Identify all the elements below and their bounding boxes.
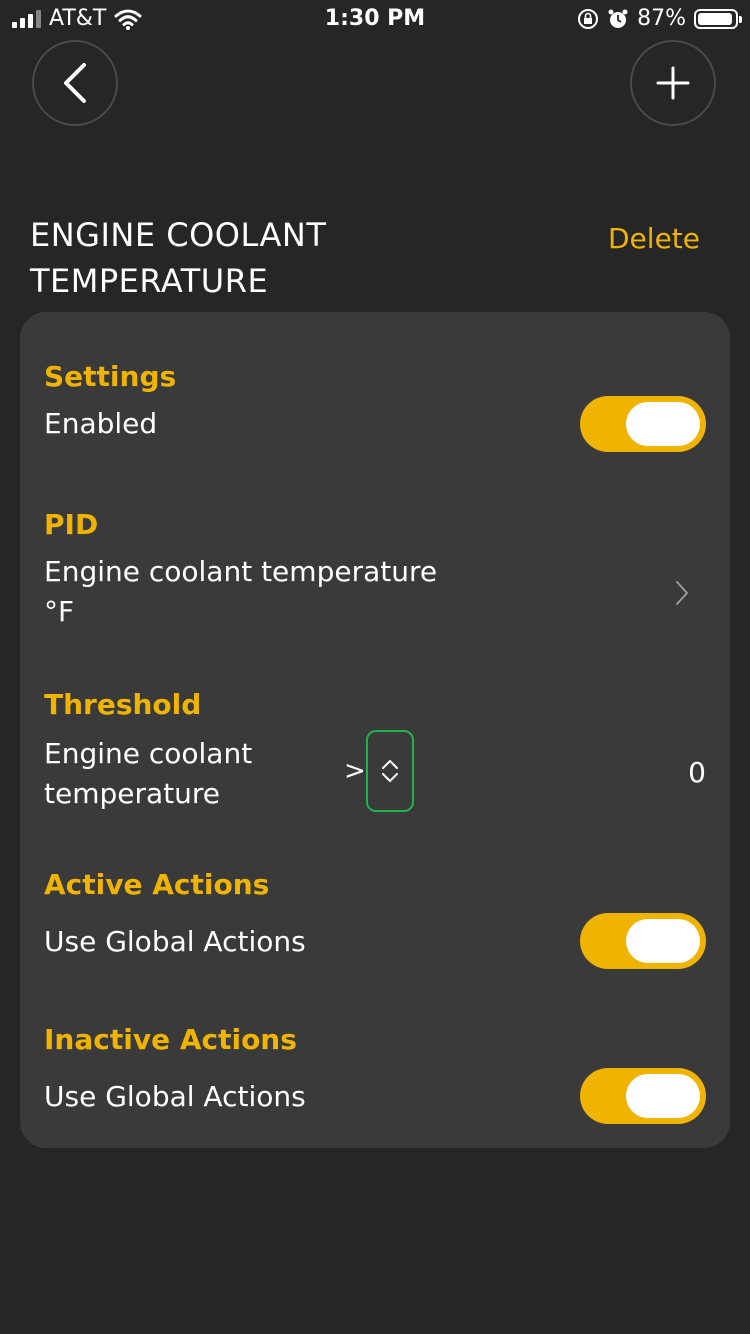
add-button[interactable]	[630, 40, 716, 126]
enabled-toggle[interactable]	[580, 396, 706, 452]
inactive-use-global-label: Use Global Actions	[44, 1080, 306, 1113]
active-use-global-toggle[interactable]	[580, 913, 706, 969]
battery-icon	[694, 8, 742, 29]
threshold-value-input[interactable]: 0	[688, 756, 706, 789]
chevron-right-icon	[676, 581, 688, 605]
delete-button[interactable]: Delete	[608, 222, 700, 255]
orientation-lock-icon	[578, 8, 599, 29]
operator-stepper[interactable]	[366, 730, 414, 812]
settings-section-label: Settings	[44, 360, 177, 393]
back-button[interactable]	[32, 40, 118, 126]
inactive-actions-section-label: Inactive Actions	[44, 1023, 297, 1056]
threshold-operator: >	[344, 756, 366, 786]
active-use-global-label: Use Global Actions	[44, 925, 306, 958]
status-bar: AT&T 1:30 PM 87%	[0, 0, 750, 40]
active-actions-section-label: Active Actions	[44, 868, 270, 901]
battery-percent: 87%	[637, 6, 686, 31]
plus-icon	[656, 66, 690, 100]
inactive-use-global-toggle[interactable]	[580, 1068, 706, 1124]
chevron-left-icon	[64, 63, 86, 103]
pid-unit: °F	[44, 595, 75, 628]
pid-name: Engine coolant temperature	[44, 555, 438, 588]
enabled-label: Enabled	[44, 407, 158, 440]
up-down-chevron-icon	[382, 760, 398, 782]
pid-selector-row[interactable]: Engine coolant temperature °F	[20, 552, 730, 632]
threshold-section-label: Threshold	[44, 688, 202, 721]
pid-section-label: PID	[44, 508, 99, 541]
alarm-icon	[608, 9, 628, 28]
settings-card: Settings Enabled PID Engine coolant temp…	[20, 312, 730, 1148]
status-right: 87%	[577, 6, 742, 31]
threshold-pid-name: Engine coolant temperature	[44, 737, 253, 810]
page-title: ENGINE COOLANT TEMPERATURE	[30, 216, 327, 300]
